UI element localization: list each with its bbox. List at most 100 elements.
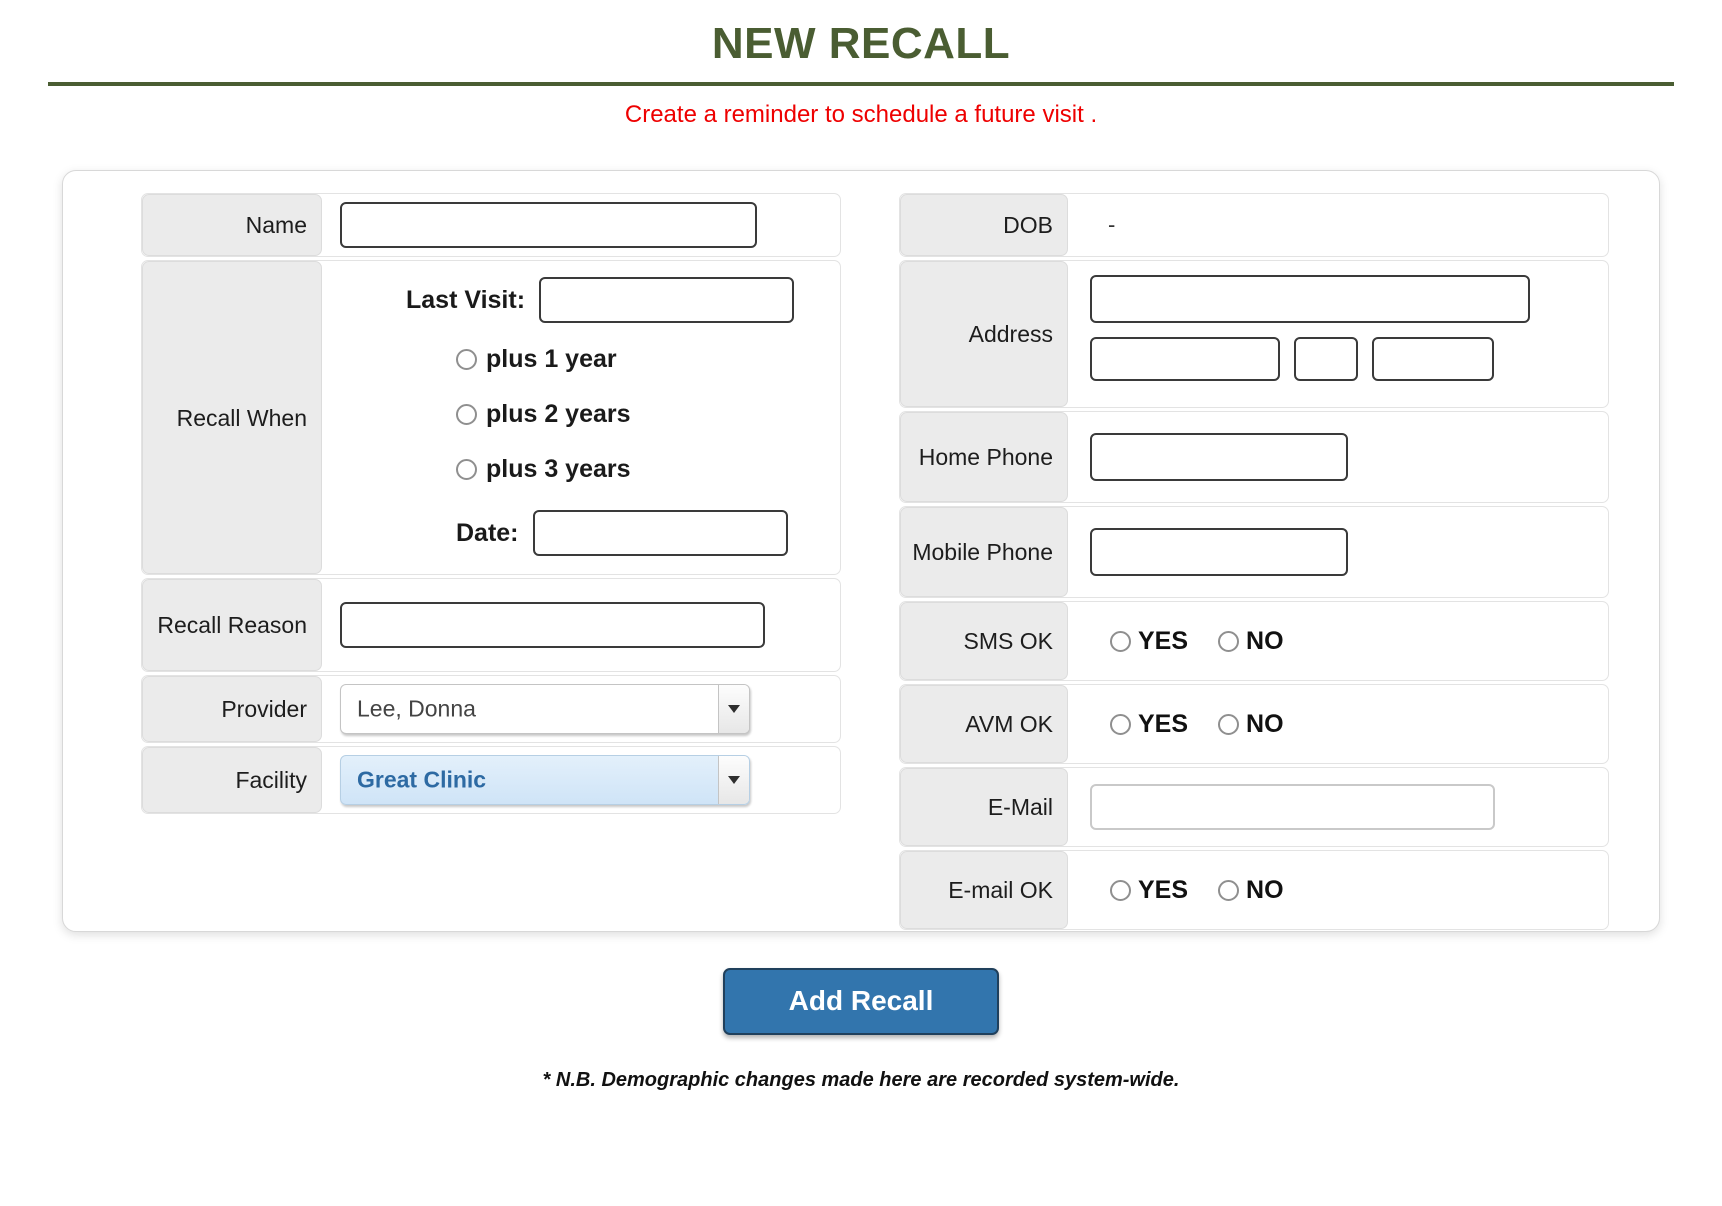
page-title: NEW RECALL: [711, 19, 1011, 68]
form-footer: Add Recall * N.B. Demographic changes ma…: [0, 968, 1722, 1092]
field-row-email-ok: E-mail OK YES NO: [899, 850, 1609, 931]
radio-circle-sms-ok-no[interactable]: [1218, 630, 1240, 652]
radio-label-plus-3-years: plus 3 years: [486, 455, 631, 484]
avm-ok-no[interactable]: NO: [1218, 710, 1284, 739]
avm-ok-yes-label: YES: [1138, 709, 1189, 738]
last-visit-input[interactable]: [539, 277, 795, 324]
mobile-phone-input[interactable]: [1090, 528, 1348, 577]
recall-when-body: Last Visit: plus 1 year plus 2 years plu…: [322, 261, 840, 574]
email-ok-yes[interactable]: YES: [1110, 876, 1188, 905]
radio-circle-avm-ok-no[interactable]: [1218, 713, 1240, 735]
label-dob: DOB: [900, 194, 1068, 257]
avm-ok-radio-group: YES NO: [1086, 710, 1284, 739]
label-sms-ok: SMS OK: [900, 602, 1068, 681]
radio-label-plus-2-years: plus 2 years: [486, 400, 631, 429]
label-recall-when: Recall When: [142, 261, 322, 575]
label-last-visit: Last Visit:: [406, 285, 526, 314]
chevron-down-icon[interactable]: [718, 756, 749, 805]
field-row-dob: DOB -: [899, 193, 1609, 258]
label-facility: Facility: [142, 747, 322, 814]
radio-circle-plus-1-year[interactable]: [456, 349, 477, 371]
page-subtitle: Create a reminder to schedule a future v…: [624, 101, 1098, 128]
demographics-column: DOB - Address Home Phone Mobile Phone SM…: [899, 193, 1609, 931]
field-row-facility: Facility Great Clinic: [141, 746, 841, 815]
date-input[interactable]: [532, 510, 788, 557]
field-row-recall-when: Recall When Last Visit: plus 1 year plus…: [141, 260, 841, 576]
page-header: NEW RECALL Create a reminder to schedule…: [0, 22, 1722, 128]
field-row-name: Name: [141, 193, 841, 258]
field-row-home-phone: Home Phone: [899, 411, 1609, 504]
field-row-recall-reason: Recall Reason: [141, 578, 841, 673]
add-recall-button[interactable]: Add Recall: [722, 968, 1000, 1036]
email-ok-no-label: NO: [1246, 875, 1284, 904]
sms-ok-yes-label: YES: [1138, 626, 1189, 655]
avm-ok-no-label: NO: [1246, 709, 1284, 738]
provider-select-value: Lee, Donna: [357, 695, 476, 722]
email-ok-yes-label: YES: [1138, 875, 1189, 904]
chevron-down-icon[interactable]: [718, 685, 749, 734]
sms-ok-yes[interactable]: YES: [1110, 627, 1188, 656]
recall-reason-input[interactable]: [340, 602, 765, 649]
facility-select[interactable]: Great Clinic: [340, 755, 750, 806]
recall-details-column: Name Recall When Last Visit: plus 1 year: [141, 193, 841, 909]
radio-circle-email-ok-yes[interactable]: [1110, 879, 1131, 901]
field-row-avm-ok: AVM OK YES NO: [899, 684, 1609, 765]
address-state-input[interactable]: [1294, 337, 1358, 382]
email-ok-no[interactable]: NO: [1218, 876, 1284, 905]
provider-select[interactable]: Lee, Donna: [340, 684, 750, 735]
address-zip-input[interactable]: [1372, 337, 1494, 382]
avm-ok-yes[interactable]: YES: [1110, 710, 1188, 739]
label-email-ok: E-mail OK: [900, 851, 1068, 930]
value-cell-provider: Lee, Donna: [322, 676, 840, 742]
radio-option-plus-3-years[interactable]: plus 3 years: [456, 455, 840, 484]
value-cell-mobile-phone: [1068, 507, 1608, 597]
facility-select-value: Great Clinic: [357, 766, 487, 793]
address-body: [1068, 261, 1608, 407]
radio-circle-plus-2-years[interactable]: [456, 404, 477, 426]
value-cell-name: [322, 194, 840, 256]
email-ok-radio-group: YES NO: [1086, 876, 1284, 905]
value-cell-facility: Great Clinic: [322, 747, 840, 813]
value-cell-recall-reason: [322, 579, 840, 671]
dob-value: -: [1108, 212, 1116, 238]
field-row-sms-ok: SMS OK YES NO: [899, 601, 1609, 682]
value-cell-avm-ok: YES NO: [1068, 685, 1608, 763]
sms-ok-radio-group: YES NO: [1086, 627, 1284, 656]
radio-option-plus-1-year[interactable]: plus 1 year: [456, 345, 840, 374]
value-cell-email-ok: YES NO: [1068, 851, 1608, 929]
radio-circle-sms-ok-yes[interactable]: [1110, 630, 1131, 652]
value-cell-sms-ok: YES NO: [1068, 602, 1608, 680]
field-row-address: Address: [899, 260, 1609, 409]
radio-circle-plus-3-years[interactable]: [456, 459, 477, 481]
radio-circle-email-ok-no[interactable]: [1218, 879, 1240, 901]
title-divider: [48, 82, 1674, 86]
sms-ok-no[interactable]: NO: [1218, 627, 1284, 656]
label-email: E-Mail: [900, 768, 1068, 847]
value-cell-home-phone: [1068, 412, 1608, 502]
label-avm-ok: AVM OK: [900, 685, 1068, 764]
value-cell-email: [1068, 768, 1608, 846]
recall-form-card: Name Recall When Last Visit: plus 1 year: [62, 170, 1660, 933]
name-input[interactable]: [340, 202, 757, 249]
date-line: Date:: [340, 510, 840, 557]
radio-option-plus-2-years[interactable]: plus 2 years: [456, 400, 840, 429]
sms-ok-no-label: NO: [1246, 626, 1284, 655]
label-date: Date:: [456, 518, 519, 547]
home-phone-input[interactable]: [1090, 433, 1348, 482]
address-city-input[interactable]: [1090, 337, 1280, 382]
email-input[interactable]: [1090, 784, 1495, 831]
label-home-phone: Home Phone: [900, 412, 1068, 503]
footer-note: * N.B. Demographic changes made here are…: [542, 1069, 1180, 1092]
field-row-mobile-phone: Mobile Phone: [899, 506, 1609, 599]
label-mobile-phone: Mobile Phone: [900, 507, 1068, 598]
field-row-email: E-Mail: [899, 767, 1609, 848]
label-name: Name: [142, 194, 322, 257]
address-street-input[interactable]: [1090, 275, 1530, 324]
radio-label-plus-1-year: plus 1 year: [486, 345, 617, 374]
label-recall-reason: Recall Reason: [142, 579, 322, 672]
radio-circle-avm-ok-yes[interactable]: [1110, 713, 1131, 735]
label-provider: Provider: [142, 676, 322, 743]
address-city-state-zip-row: [1090, 337, 1608, 382]
field-row-provider: Provider Lee, Donna: [141, 675, 841, 744]
label-address: Address: [900, 261, 1068, 408]
